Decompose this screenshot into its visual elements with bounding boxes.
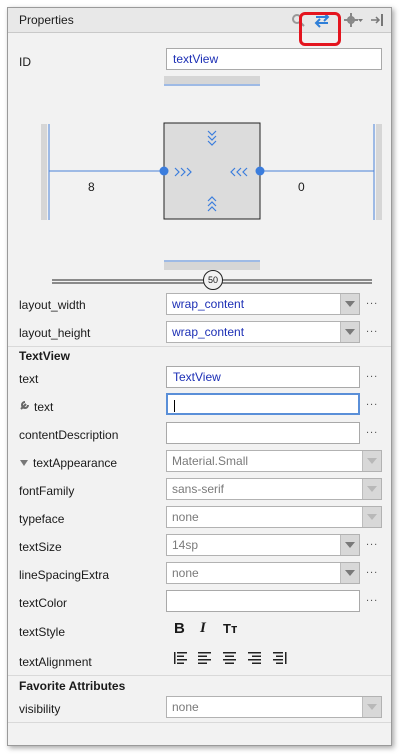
textview-section-title: TextView [19, 349, 70, 363]
favorites-section-title: Favorite Attributes [19, 679, 126, 693]
visibility-label: visibility [19, 702, 61, 716]
panel-title: Properties [19, 13, 74, 27]
typeface-combo[interactable]: none [166, 506, 382, 528]
text-appearance-label: textAppearance [33, 456, 118, 470]
text-size-more[interactable]: ... [366, 536, 378, 548]
tools-text-more[interactable]: ... [366, 396, 378, 408]
content-description-field[interactable] [166, 422, 360, 444]
text-color-more[interactable]: ... [366, 592, 378, 604]
chevron-down-icon[interactable] [362, 451, 381, 471]
visibility-combo[interactable]: none [166, 696, 382, 718]
left-anchor [159, 166, 169, 176]
tools-text-label: text [34, 400, 54, 414]
align-end-icon [273, 652, 287, 664]
wrench-icon [20, 401, 29, 410]
layout-width-combo[interactable]: wrap_content [166, 293, 360, 315]
text-size-combo[interactable]: 14sp [166, 534, 360, 556]
align-start-icon [174, 652, 187, 664]
text-field[interactable]: TextView [166, 366, 360, 388]
text-style-label: textStyle [19, 625, 66, 639]
text-appearance-combo[interactable]: Material.Small [166, 450, 382, 472]
align-left-icon [198, 652, 211, 664]
align-right-icon [248, 652, 261, 664]
all-caps-toggle[interactable]: Tт [223, 621, 237, 636]
constraint-widget [41, 76, 382, 284]
content-description-more[interactable]: ... [366, 424, 378, 436]
layout-height-more[interactable]: ... [366, 323, 378, 335]
bold-toggle[interactable]: B [174, 620, 185, 637]
id-label: ID [19, 55, 31, 69]
text-label: text [19, 372, 39, 386]
typeface-label: typeface [19, 512, 65, 526]
line-spacing-extra-value: none [172, 566, 199, 580]
divider [8, 675, 391, 676]
tools-text-field[interactable] [166, 393, 360, 415]
text-color-label: textColor [19, 596, 68, 610]
gear-icon[interactable] [344, 11, 364, 29]
text-more[interactable]: ... [366, 368, 378, 380]
line-spacing-extra-combo[interactable]: none [166, 562, 360, 584]
chevron-down-icon[interactable] [362, 479, 381, 499]
top-margin-handle [164, 76, 260, 84]
chevron-down-icon[interactable] [340, 535, 359, 555]
content-description-label: contentDescription [19, 428, 119, 442]
typeface-value: none [172, 510, 199, 524]
panel-header: Properties [8, 8, 391, 46]
text-size-value: 14sp [172, 538, 199, 552]
divider [8, 346, 391, 347]
collapse-triangle-icon[interactable] [19, 458, 29, 468]
text-color-field[interactable] [166, 590, 360, 612]
right-margin-value[interactable]: 0 [298, 180, 305, 194]
chevron-down-icon[interactable] [340, 563, 359, 583]
bias-slider-thumb[interactable]: 50 [203, 270, 223, 290]
text-appearance-value: Material.Small [172, 454, 249, 468]
font-family-combo[interactable]: sans-serif [166, 478, 382, 500]
layout-height-value: wrap_content [172, 325, 245, 339]
chevron-down-icon[interactable] [340, 294, 359, 314]
divider [8, 722, 391, 723]
chevron-down-icon[interactable] [362, 507, 381, 527]
right-margin-handle [376, 124, 382, 220]
text-alignment-label: textAlignment [19, 655, 92, 669]
text-cursor [174, 399, 175, 412]
text-size-label: textSize [19, 540, 62, 554]
bottom-margin-handle [164, 262, 260, 270]
align-center-icon [223, 652, 236, 664]
layout-width-value: wrap_content [172, 297, 245, 311]
properties-panel: Properties ID textView 8 0 50 layout_wid… [7, 7, 392, 746]
font-family-label: fontFamily [19, 484, 75, 498]
visibility-value: none [172, 700, 199, 714]
layout-height-combo[interactable]: wrap_content [166, 321, 360, 343]
line-spacing-extra-more[interactable]: ... [366, 564, 378, 576]
right-anchor [255, 166, 265, 176]
font-family-value: sans-serif [172, 482, 225, 496]
layout-height-label: layout_height [19, 326, 91, 340]
id-field[interactable]: textView [166, 48, 382, 70]
line-spacing-extra-label: lineSpacingExtra [19, 568, 110, 582]
left-margin-handle [41, 124, 47, 220]
layout-width-more[interactable]: ... [366, 295, 378, 307]
layout-width-label: layout_width [19, 298, 86, 312]
pin-to-side-icon[interactable] [369, 11, 385, 29]
chevron-down-icon[interactable] [362, 697, 381, 717]
left-margin-value[interactable]: 8 [88, 180, 95, 194]
chevron-down-icon[interactable] [340, 322, 359, 342]
text-alignment-buttons [174, 652, 287, 664]
highlight-annotation [299, 12, 341, 46]
italic-toggle[interactable]: I [200, 620, 206, 637]
